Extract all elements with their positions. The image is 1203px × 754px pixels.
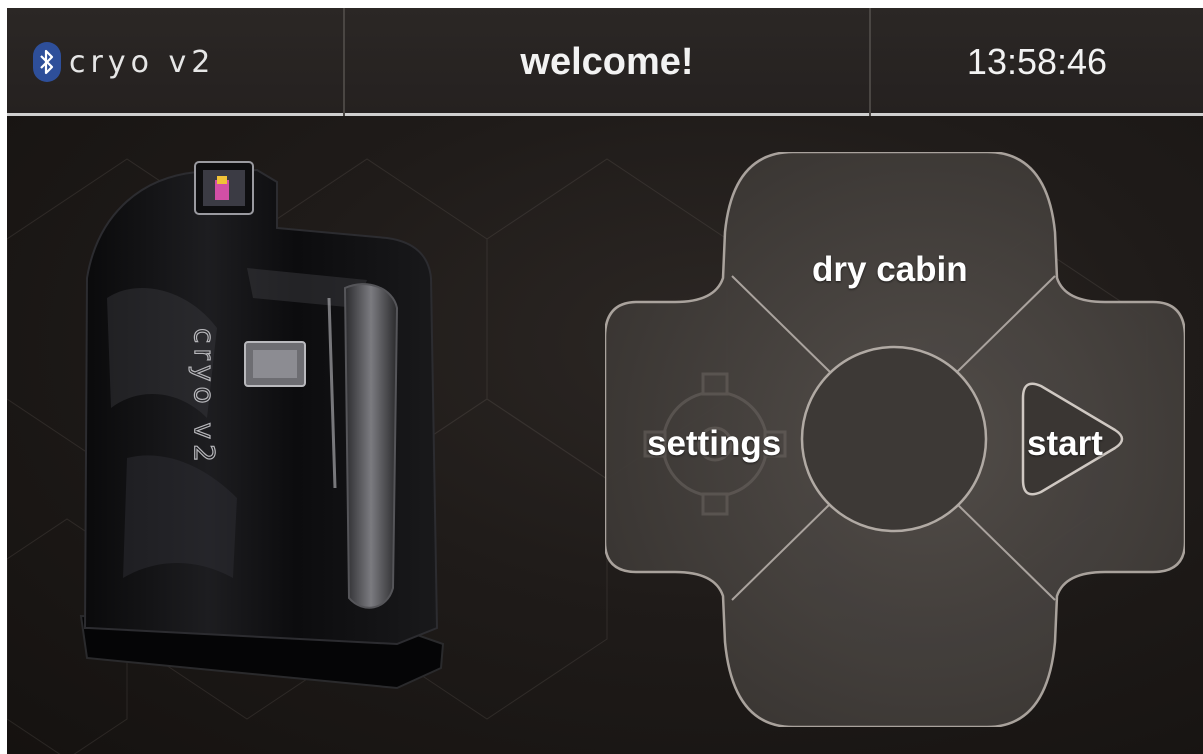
start-label: start (1027, 424, 1103, 463)
cabin-lettering: cryo v2 (188, 328, 221, 467)
cryo-cabin-image: cryo v2 (79, 161, 445, 690)
touch-screen: cryo v2 welcome! 13:58:46 cryo v2 dry ca… (7, 8, 1203, 754)
clock-area: 13:58:46 (871, 8, 1203, 116)
settings-label: settings (647, 424, 782, 463)
bottom-pad-button[interactable] (727, 568, 1067, 728)
brand-logo: cryo v2 (69, 44, 216, 80)
center-button[interactable] (800, 345, 988, 533)
clock-display: 13:58:46 (966, 41, 1108, 82)
top-bar: cryo v2 welcome! 13:58:46 (7, 8, 1203, 116)
dry-cabin-label: dry cabin (812, 250, 968, 289)
bluetooth-icon[interactable] (33, 42, 61, 82)
welcome-title: welcome! (520, 40, 694, 83)
title-area: welcome! (345, 8, 869, 116)
brand-area: cryo v2 (7, 8, 343, 116)
